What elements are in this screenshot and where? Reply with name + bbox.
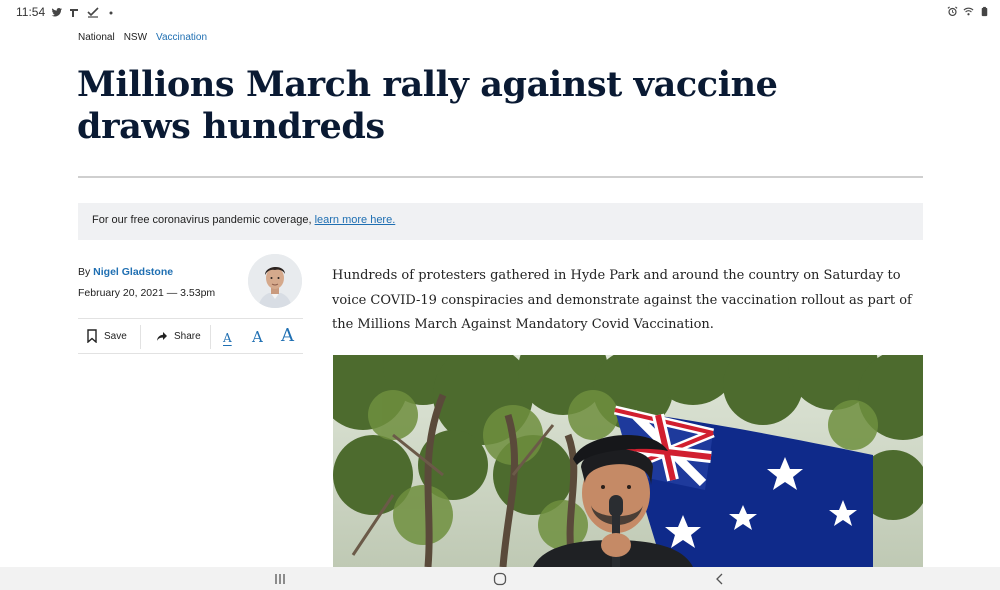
article-photo[interactable] (333, 355, 923, 567)
font-size-large-button[interactable]: A (281, 325, 294, 346)
breadcrumb-vaccination[interactable]: Vaccination (156, 32, 207, 43)
alarm-icon (947, 6, 958, 17)
bookmark-icon (87, 329, 97, 343)
reply-icon (70, 9, 79, 17)
save-button[interactable]: Save (86, 319, 127, 353)
status-right (947, 6, 990, 17)
breadcrumb-nsw[interactable]: NSW (124, 32, 147, 43)
banner-text: For our free coronavirus pandemic covera… (92, 214, 315, 226)
font-size-small-button[interactable]: A (223, 331, 232, 345)
author-link[interactable]: Nigel Gladstone (93, 266, 173, 278)
author-portrait (248, 254, 302, 308)
article-toolbar: Save Share A A A (78, 318, 303, 354)
toolbar-divider (140, 325, 141, 349)
byline-prefix: By (78, 266, 94, 278)
status-time: 11:54 (16, 5, 46, 19)
system-nav-bar (0, 567, 1000, 590)
font-size-medium-button[interactable]: A (252, 328, 263, 346)
breadcrumb-national[interactable]: National (78, 32, 115, 43)
status-bar: 11:54 (0, 0, 1000, 24)
learn-more-link[interactable]: learn more here. (315, 214, 396, 226)
save-label: Save (104, 330, 127, 342)
back-button[interactable] (711, 571, 729, 587)
wifi-icon (963, 7, 974, 16)
publish-date: February 20, 2021 — 3.53pm (78, 287, 216, 299)
breadcrumb: National NSW Vaccination (78, 32, 207, 43)
author-avatar[interactable] (248, 254, 302, 308)
share-label: Share (174, 330, 201, 342)
share-button[interactable]: Share (156, 319, 201, 353)
article-lede: Hundreds of protesters gathered in Hyde … (332, 268, 912, 332)
share-arrow-icon (157, 332, 167, 341)
twitter-icon (51, 8, 63, 17)
byline: By Nigel Gladstone (78, 266, 173, 278)
protest-photo (333, 355, 923, 567)
toolbar-divider (210, 325, 211, 349)
recent-apps-button[interactable] (271, 571, 289, 587)
home-button[interactable] (491, 571, 509, 587)
status-left: 11:54 (16, 5, 117, 19)
headline-divider (78, 176, 923, 178)
dot-icon (109, 11, 113, 15)
article-headline: Millions March rally against vaccine dra… (77, 64, 778, 147)
battery-icon (981, 6, 988, 17)
coverage-banner: For our free coronavirus pandemic covera… (78, 203, 923, 240)
check-icon (87, 7, 99, 18)
